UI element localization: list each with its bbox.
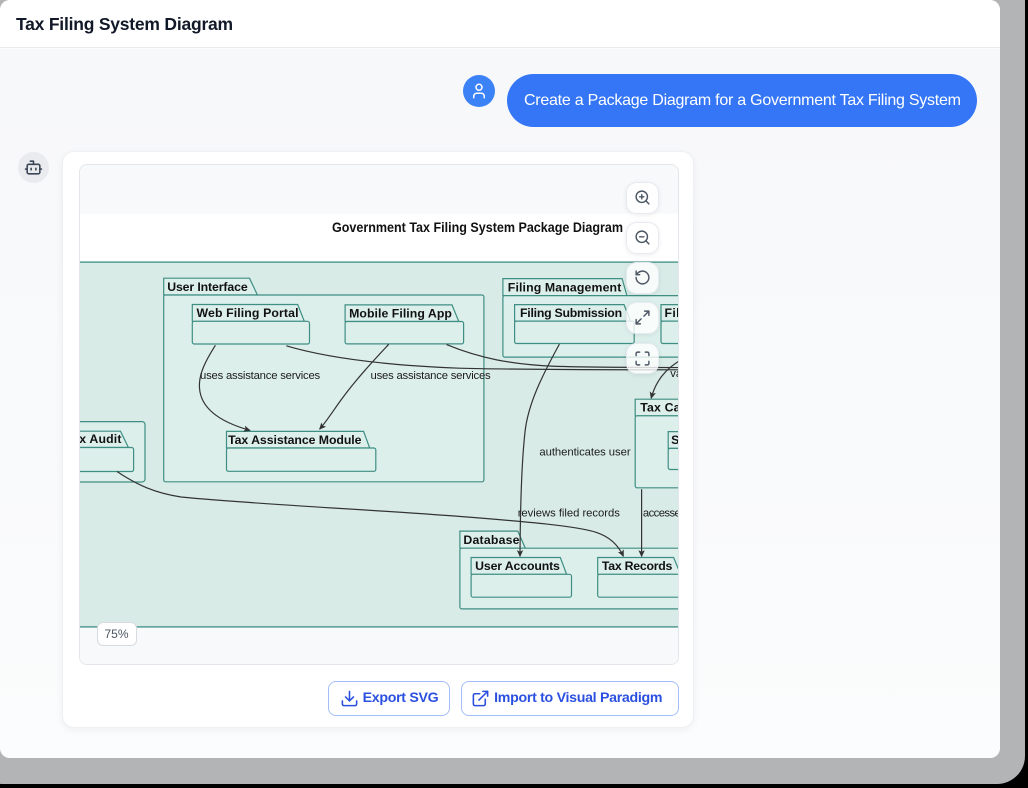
svg-text:uses assistance services: uses assistance services — [371, 370, 492, 382]
svg-text:Storage: Storage — [671, 433, 679, 447]
svg-text:Mobile Filing App: Mobile Filing App — [349, 307, 452, 321]
svg-text:Tax Calculation: Tax Calculation — [640, 400, 679, 414]
svg-text:Web Filing Portal: Web Filing Portal — [197, 306, 299, 320]
svg-text:User Accounts: User Accounts — [475, 559, 560, 573]
svg-text:Filing Submission: Filing Submission — [520, 306, 622, 320]
svg-text:Government Tax Filing System P: Government Tax Filing System Package Dia… — [332, 220, 623, 235]
svg-text:User Interface: User Interface — [167, 280, 248, 294]
svg-text:Tax Audit: Tax Audit — [79, 432, 122, 446]
svg-text:accesses: accesses — [643, 508, 679, 520]
svg-text:authenticates user: authenticates user — [539, 446, 630, 458]
svg-text:Filing Management: Filing Management — [508, 280, 622, 294]
svg-text:Tax Records: Tax Records — [602, 559, 673, 573]
svg-text:uses assistance services: uses assistance services — [200, 370, 321, 382]
svg-text:Database: Database — [463, 533, 519, 547]
svg-text:Filing Validation: Filing Validation — [665, 306, 680, 320]
svg-text:reviews filed records: reviews filed records — [518, 508, 621, 520]
svg-text:Tax Assistance Module: Tax Assistance Module — [228, 433, 362, 447]
svg-text:validates tax data: validates tax data — [670, 368, 679, 380]
